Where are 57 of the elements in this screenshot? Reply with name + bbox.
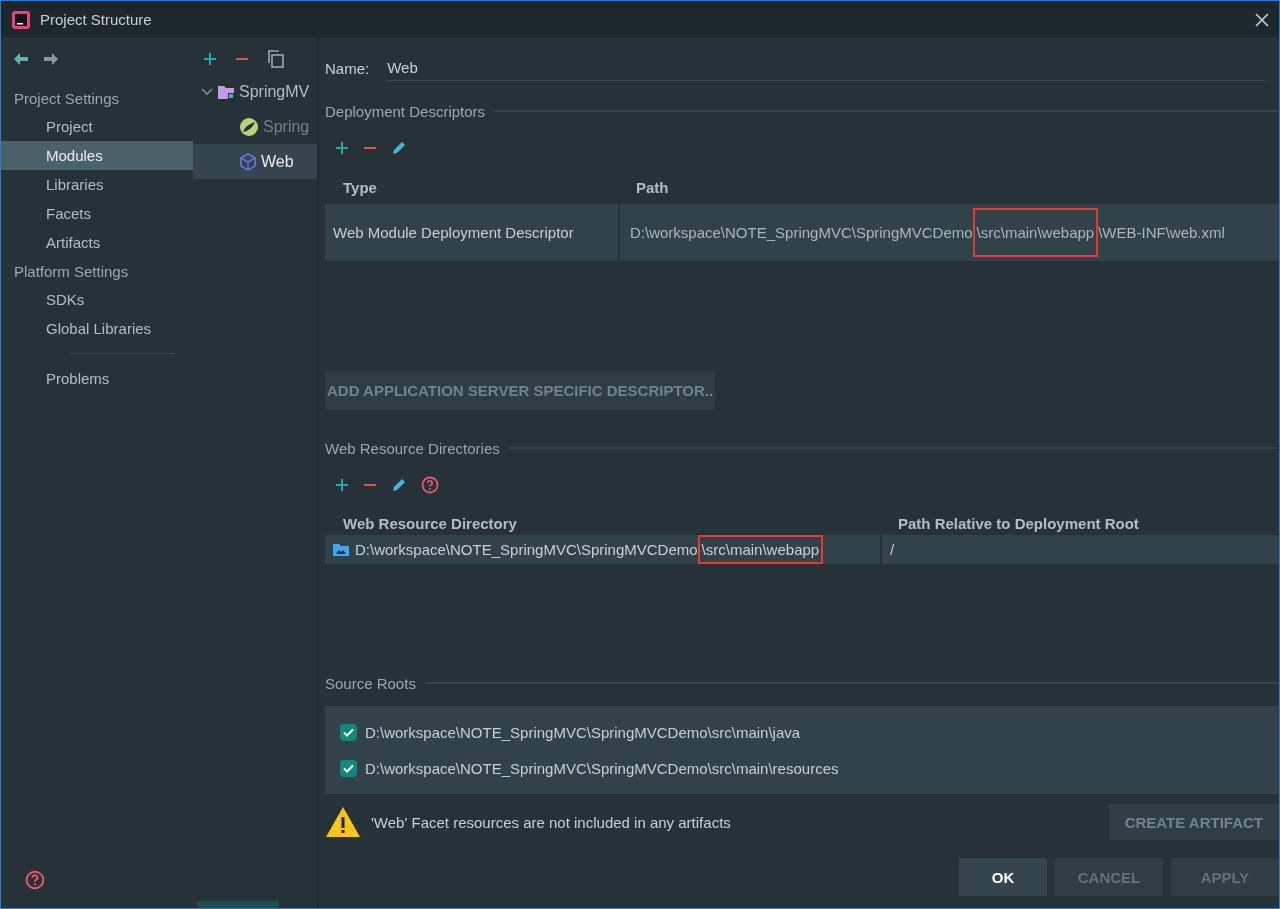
path-text: D:\workspace\NOTE_SpringMVC\SpringMVCDemo [355,540,698,560]
name-field[interactable]: Web [387,55,1265,81]
checkbox[interactable] [340,723,357,741]
tree-item[interactable]: Web [193,144,317,179]
add-icon[interactable] [335,141,349,155]
sidebar-item[interactable]: Libraries [1,170,193,199]
highlighted-path-text: \src\main\webapp [972,208,1099,257]
sidebar-item[interactable]: Problems [1,364,193,393]
table-cell: / [890,541,895,558]
column-header: Type [342,178,378,196]
add-icon[interactable] [335,478,349,492]
highlighted-path-text: \src\main\webapp [697,535,824,564]
window-title: Project Structure [40,11,153,28]
sidebar-item[interactable]: Facets [1,199,193,228]
checkbox[interactable] [340,759,357,777]
cube-icon [239,152,257,171]
group-title: Platform Settings [13,261,130,282]
sidebar-item[interactable]: Modules [1,141,193,170]
help-icon[interactable] [25,870,45,890]
add-icon[interactable] [203,52,217,66]
scrollbar-handle[interactable] [197,901,279,908]
source-root-path: D:\workspace\NOTE_SpringMVC\SpringMVCDemo\src\main\resources [365,759,839,777]
help-icon[interactable] [421,476,439,494]
forward-arrow-icon[interactable] [43,52,59,66]
back-arrow-icon[interactable] [13,52,29,66]
name-label: Name: [325,59,370,77]
source-root-path: D:\workspace\NOTE_SpringMVC\SpringMVCDemo\src\main\java [365,723,801,741]
sidebar-item[interactable]: Artifacts [1,228,193,257]
edit-icon[interactable] [391,477,407,493]
section-title: Source Roots [325,674,416,692]
warning-message: 'Web' Facet resources are not included in any artifacts [371,813,732,831]
remove-icon[interactable] [363,483,377,487]
folder-icon [333,543,349,556]
path-text: D:\workspace\NOTE_SpringMVC\SpringMVCDemo [630,223,973,243]
close-icon[interactable] [1255,12,1269,27]
chevron-icon[interactable] [201,87,213,96]
folder-icon [217,83,235,100]
path-text: \WEB-INF\web.xml [1098,223,1225,243]
warning-icon [325,806,361,838]
app-logo-icon [11,9,31,30]
leaf-icon [239,116,259,137]
group-title: Project Settings [13,88,121,109]
sidebar-item[interactable]: Project [1,112,193,141]
remove-icon[interactable] [363,146,377,150]
section-title: Web Resource Directories [325,439,500,457]
sidebar-item[interactable]: Global Libraries [1,314,193,343]
remove-icon[interactable] [235,57,249,61]
column-header: Path [635,178,670,196]
column-header: Path Relative to Deployment Root [897,514,1140,532]
sidebar-item[interactable]: SDKs [1,285,193,314]
section-title: Deployment Descriptors [325,102,486,120]
table-cell-text: Web Module Deployment Descriptor [332,223,575,243]
edit-icon[interactable] [391,140,407,156]
column-header: Web Resource Directory [342,514,518,532]
tree-item[interactable]: SpringMV [193,74,317,109]
copy-icon[interactable] [267,50,285,68]
dialog-button[interactable]: OK [959,858,1047,896]
